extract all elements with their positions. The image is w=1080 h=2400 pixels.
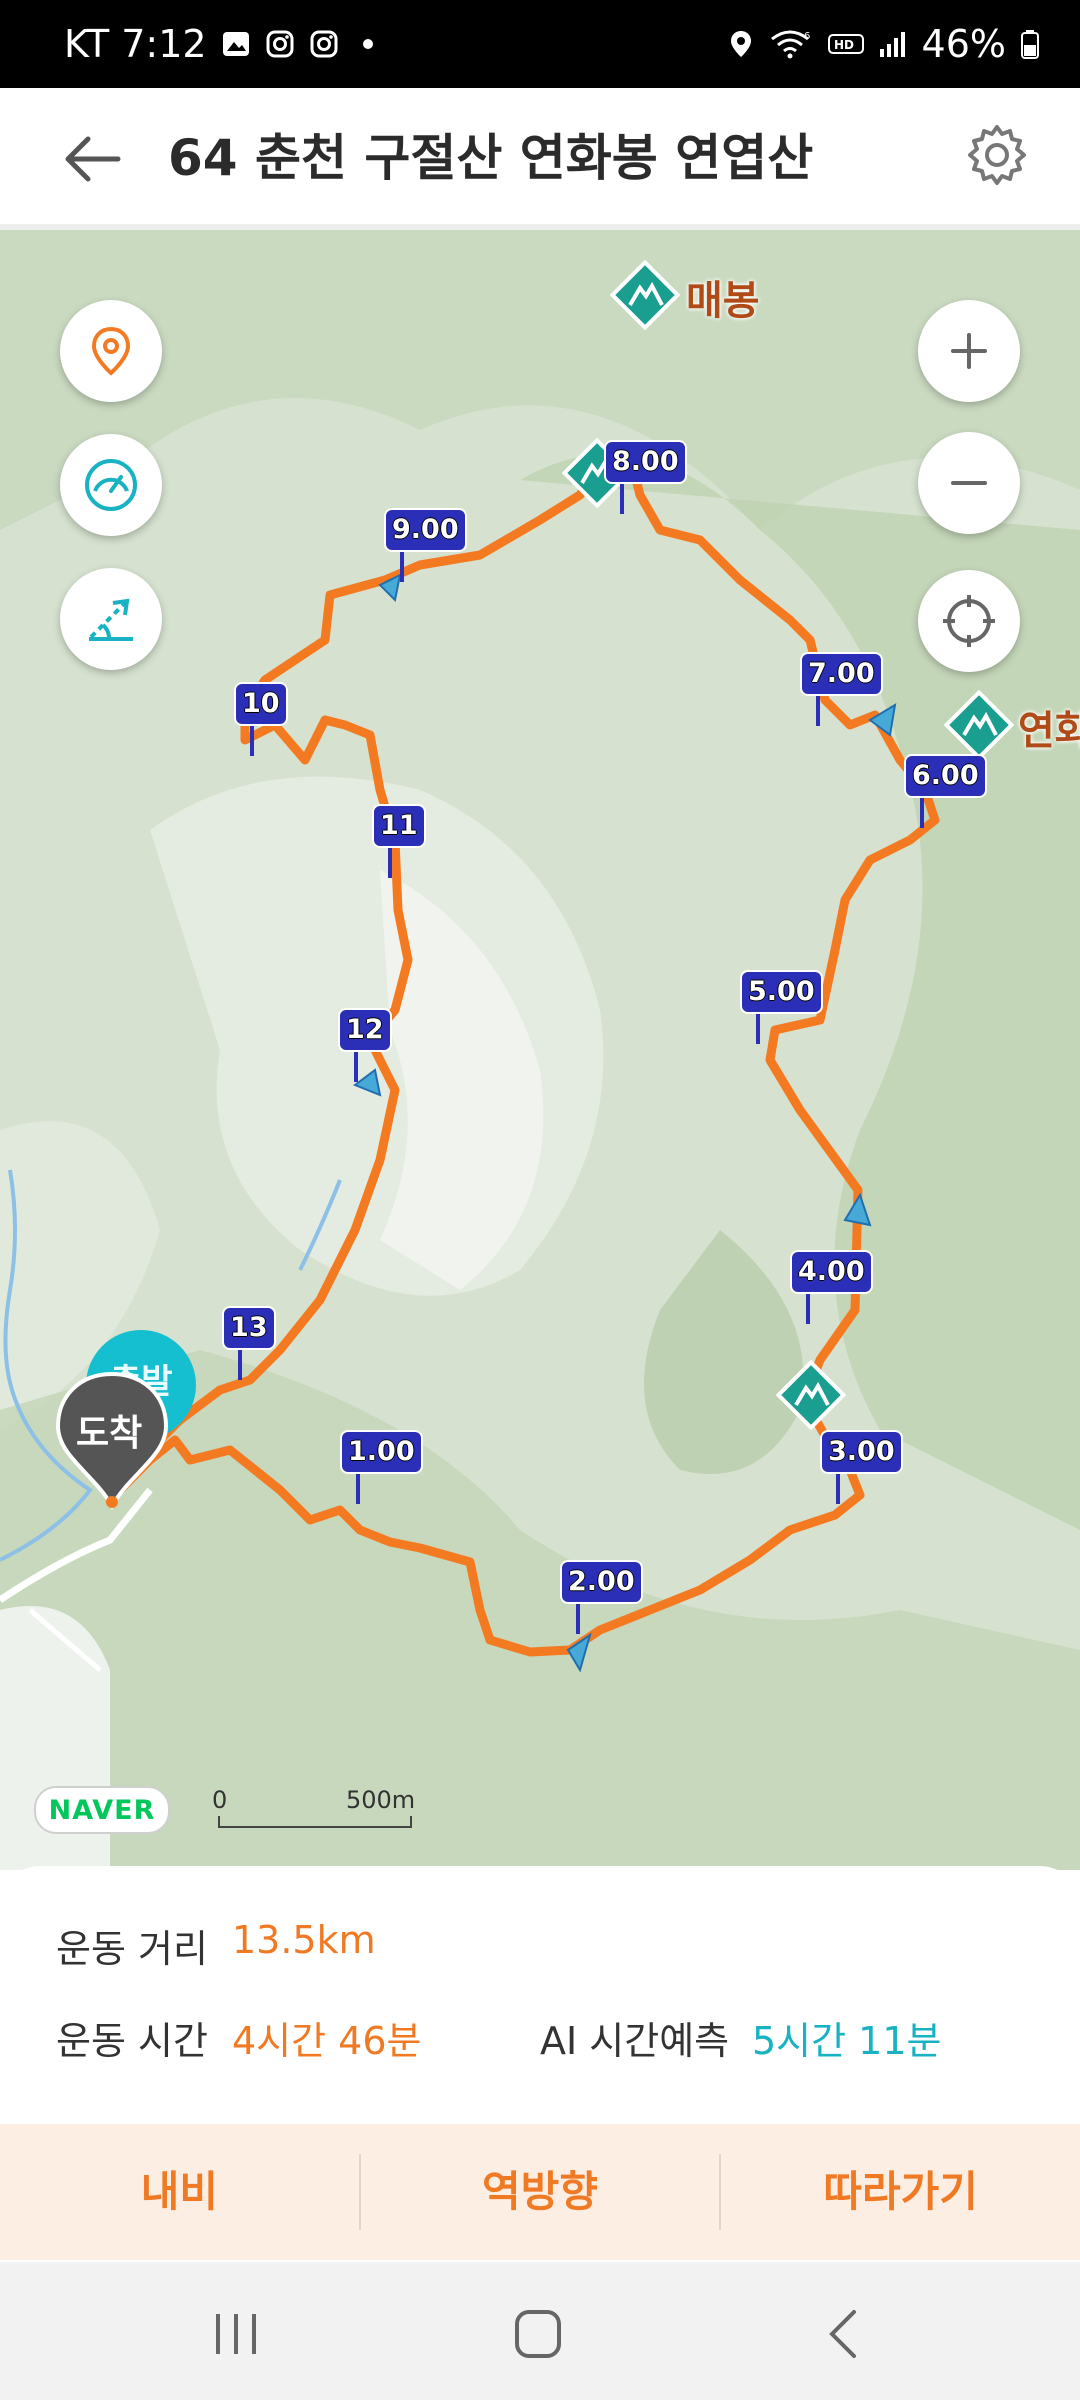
system-nav-bar	[0, 2262, 1080, 2400]
km-marker-pole	[400, 552, 404, 582]
home-icon[interactable]	[508, 2306, 568, 2362]
km-marker-pole	[388, 848, 392, 878]
km-marker[interactable]: 10	[234, 682, 288, 756]
time-value: 4시간 46분	[232, 2019, 422, 2063]
naver-logo: NAVER	[34, 1786, 170, 1834]
km-marker-label: 10	[234, 682, 288, 726]
km-marker[interactable]: 5.00	[740, 970, 823, 1044]
km-marker-pole	[250, 726, 254, 756]
app-bar: 64 춘천 구절산 연화봉 연엽산	[0, 88, 1080, 230]
speedometer-icon	[85, 459, 137, 511]
km-marker-label: 4.00	[790, 1250, 873, 1294]
km-marker[interactable]: 2.00	[560, 1560, 643, 1634]
location-icon	[730, 31, 751, 57]
map-scale: 0 500m	[212, 1786, 416, 1828]
km-marker-label: 7.00	[800, 652, 883, 696]
km-marker-pole	[576, 1604, 580, 1634]
action-bar: 내비 역방향 따라가기	[0, 2124, 1080, 2260]
km-marker-pole	[816, 696, 820, 726]
km-marker-label: 5.00	[740, 970, 823, 1014]
km-marker-pole	[356, 1474, 360, 1504]
km-marker[interactable]: 6.00	[904, 754, 987, 828]
peak-icon[interactable]	[775, 1359, 847, 1431]
km-marker-pole	[806, 1294, 810, 1324]
km-marker-label: 11	[372, 804, 426, 848]
ai-estimate-label: AI 시간예측	[540, 2019, 730, 2063]
back-arrow-icon[interactable]	[58, 124, 128, 194]
hd-icon: HD	[827, 34, 864, 54]
speed-button[interactable]	[60, 434, 162, 536]
km-marker[interactable]: 4.00	[790, 1250, 873, 1324]
km-marker-label: 1.00	[340, 1430, 423, 1474]
distance-value: 13.5km	[232, 1918, 376, 1962]
km-marker-label: 8.00	[604, 440, 687, 484]
km-marker-pole	[920, 798, 924, 828]
scale-zero: 0	[212, 1786, 228, 1814]
my-location-button[interactable]	[60, 300, 162, 402]
km-marker-label: 12	[338, 1008, 392, 1052]
km-marker-label: 2.00	[560, 1560, 643, 1604]
instagram-icon	[310, 30, 338, 58]
page-title: 64 춘천 구절산 연화봉 연엽산	[168, 129, 814, 187]
km-marker-pole	[354, 1052, 358, 1082]
km-marker-label: 9.00	[384, 508, 467, 552]
peak-label: 매봉	[686, 278, 760, 324]
km-marker[interactable]: 11	[372, 804, 426, 878]
km-marker[interactable]: 1.00	[340, 1430, 423, 1504]
dot-icon	[362, 39, 373, 49]
battery-percent: 46%	[921, 22, 1006, 66]
zoom-out-icon	[951, 481, 987, 485]
status-bar: KT 7:12 6 HD 46%	[0, 0, 1080, 88]
km-marker-pole	[756, 1014, 760, 1044]
recent-apps-icon[interactable]	[206, 2306, 266, 2362]
distance-label: 운동 거리	[56, 1927, 208, 1971]
peak-icon[interactable]	[943, 689, 1015, 761]
elevation-icon	[89, 598, 133, 641]
zoom-in-button[interactable]	[918, 300, 1020, 402]
km-marker-label: 3.00	[820, 1430, 903, 1474]
km-marker[interactable]: 8.00	[604, 440, 687, 514]
gear-icon[interactable]	[964, 122, 1030, 188]
km-marker-label: 13	[222, 1306, 276, 1350]
zoom-out-button[interactable]	[918, 432, 1020, 534]
recenter-button[interactable]	[918, 570, 1020, 672]
km-marker[interactable]: 13	[222, 1306, 276, 1380]
elevation-button[interactable]	[60, 568, 162, 670]
svg-text:HD: HD	[834, 38, 854, 52]
km-marker[interactable]: 12	[338, 1008, 392, 1082]
battery-icon	[1021, 30, 1039, 59]
scale-distance: 500m	[346, 1786, 416, 1814]
time-label: 운동 시간	[56, 2019, 208, 2063]
peak-label: 연화	[1018, 708, 1080, 754]
navi-button[interactable]: 내비	[0, 2124, 359, 2260]
km-marker[interactable]: 3.00	[820, 1430, 903, 1504]
svg-text:6: 6	[804, 31, 810, 42]
ai-estimate-value: 5시간 11분	[752, 2019, 942, 2063]
location-pin-icon	[91, 326, 131, 376]
km-marker[interactable]: 9.00	[384, 508, 467, 582]
zoom-in-icon	[951, 333, 987, 369]
instagram-icon	[266, 30, 294, 58]
km-marker[interactable]: 7.00	[800, 652, 883, 726]
km-marker-label: 6.00	[904, 754, 987, 798]
peak-icon[interactable]	[609, 259, 681, 331]
summary-sheet: 운동 거리 13.5km 운동 시간 4시간 46분 AI 시간예측 5시간 1…	[0, 1866, 1080, 2126]
crosshair-icon	[943, 595, 995, 647]
reverse-button[interactable]: 역방향	[361, 2124, 720, 2260]
back-icon[interactable]	[814, 2306, 874, 2362]
carrier-time: KT 7:12	[64, 22, 207, 66]
wifi-6-icon: 6	[770, 30, 810, 59]
signal-icon	[879, 32, 905, 57]
gallery-icon	[222, 32, 249, 56]
scale-bar	[218, 1816, 412, 1828]
km-marker-pole	[836, 1474, 840, 1504]
follow-button[interactable]: 따라가기	[721, 2124, 1080, 2260]
finish-marker[interactable]: 도착	[54, 1370, 170, 1510]
map-view[interactable]: 매봉 연화 1.00 2.00 3.00 4.00 5.00 6.00 7.00 8.00 9.…	[0, 230, 1080, 1870]
km-marker-pole	[620, 484, 624, 514]
km-marker-pole	[238, 1350, 242, 1380]
